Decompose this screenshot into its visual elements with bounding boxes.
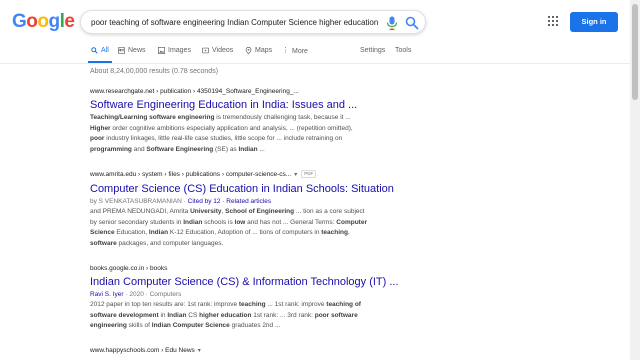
image-icon [158,46,165,54]
result-title-link[interactable]: Indian Computer Science (CS) & Informati… [90,275,450,289]
tab-news[interactable]: News [118,45,146,63]
result-stats: About 8,24,00,000 results (0.78 seconds) [90,68,219,75]
logo-letter: g [48,11,61,32]
tab-maps[interactable]: Maps [245,45,272,63]
settings-link[interactable]: Settings [360,45,385,57]
result-byline: Ravi S. Iyer · 2020 · Computers [90,290,450,299]
tab-images[interactable]: Images [158,45,191,63]
menu-caret-icon[interactable]: ▾ [294,171,297,180]
scrollbar-thumb[interactable] [632,4,638,100]
mic-icon[interactable] [386,16,398,30]
result-title-link[interactable]: Software Engineering Education in India:… [90,98,450,112]
logo-letter: e [64,11,75,32]
menu-caret-icon[interactable]: ▾ [198,347,201,356]
result-url[interactable]: www.amrita.edu › system › files › public… [90,170,450,180]
google-logo[interactable]: Google [12,11,75,32]
tab-more[interactable]: ⋮ More [282,45,308,63]
map-pin-icon [245,46,252,54]
tab-videos[interactable]: Videos [202,45,233,63]
pdf-badge: PDF [301,170,317,179]
search-icon [91,46,98,54]
logo-letter: o [26,11,38,32]
cited-by-link[interactable]: Cited by 12 · Related articles [188,198,271,205]
logo-letter: G [12,11,27,32]
result-url[interactable]: www.researchgate.net › publication › 435… [90,87,450,96]
result-snippet: Teaching/Learning software engineering i… [90,114,353,153]
tab-label: Images [168,47,191,54]
sign-in-button[interactable]: Sign in [570,12,618,32]
tab-label: News [128,47,146,54]
result-url-text: www.happyschools.com › Edu News [90,347,195,354]
search-result: books.google.co.in › books Indian Comput… [90,264,450,332]
result-url[interactable]: www.happyschools.com › Edu News ▾ [90,346,450,356]
apps-grid-icon[interactable] [548,16,558,26]
result-snippet: and PREMA NEDUNGADI, Amrita University, … [90,208,367,247]
tab-label: Videos [212,47,234,54]
search-result: www.amrita.edu › system › files › public… [90,170,450,249]
search-result: www.researchgate.net › publication › 435… [90,87,450,155]
tab-label: All [101,47,109,54]
video-icon [202,47,209,53]
result-byline: by S VENKATASUBRAMANIAN · Cited by 12 · … [90,197,450,206]
tab-label: Maps [255,47,273,54]
search-box[interactable] [80,10,426,34]
search-result: www.happyschools.com › Edu News ▾ [90,346,450,356]
more-vertical-icon: ⋮ [282,47,289,54]
header: Google Sign in [0,0,640,42]
result-snippet: 2012 paper in top ten results are: 1st r… [90,301,361,329]
result-title-link[interactable]: Computer Science (CS) Education in India… [90,182,450,196]
byline-author: by S VENKATASUBRAMANIAN · [90,198,188,205]
search-icon[interactable] [405,16,419,30]
result-url[interactable]: books.google.co.in › books [90,264,450,273]
byline-meta: · 2020 · Computers [123,291,182,298]
author-link[interactable]: Ravi S. Iyer [90,291,124,298]
tab-label: More [292,47,308,55]
logo-letter: o [37,11,49,32]
search-input[interactable] [91,15,379,30]
news-icon [118,47,125,54]
tab-all[interactable]: All [88,45,112,63]
search-tabs: All News Images Videos Maps ⋮ More Settin… [0,42,640,64]
tools-link[interactable]: Tools [395,45,411,57]
result-url-text: www.amrita.edu › system › files › public… [90,171,292,178]
